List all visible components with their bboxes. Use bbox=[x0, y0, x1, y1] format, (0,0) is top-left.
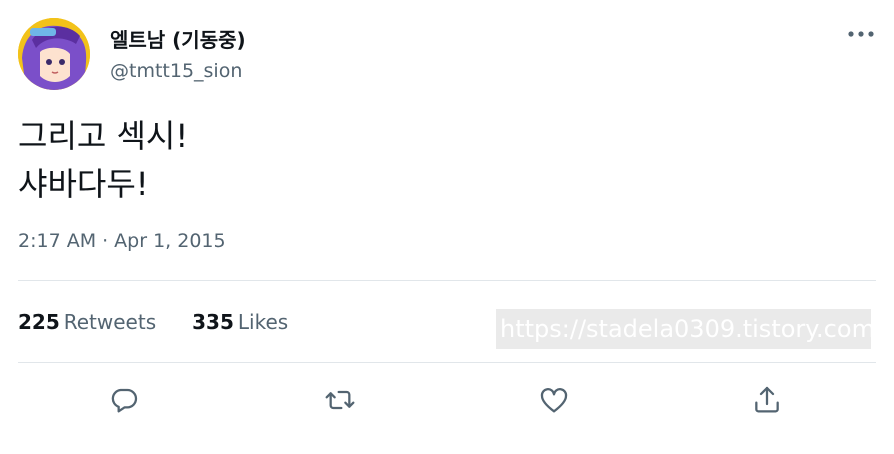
author-handle[interactable]: @tmtt15_sion bbox=[110, 60, 242, 82]
more-options-button[interactable] bbox=[846, 22, 876, 46]
divider bbox=[18, 280, 876, 281]
retweets-count: 225 bbox=[18, 310, 60, 334]
tweet-text-line: 샤바다두! bbox=[18, 165, 149, 203]
likes-label: Likes bbox=[237, 310, 289, 334]
divider bbox=[18, 362, 876, 363]
timestamp-separator: · bbox=[102, 230, 109, 252]
share-icon bbox=[755, 386, 779, 413]
watermark: https://stadela0309.tistory.com bbox=[496, 309, 871, 349]
likes-stat[interactable]: 335 Likes bbox=[192, 310, 288, 334]
tweet-date: Apr 1, 2015 bbox=[114, 230, 226, 252]
avatar-image bbox=[18, 18, 90, 90]
author-display-name[interactable]: 엘트남 (기동중) bbox=[110, 24, 246, 53]
retweets-stat[interactable]: 225 Retweets bbox=[18, 310, 156, 334]
more-dots-icon bbox=[848, 31, 874, 37]
heart-icon bbox=[540, 388, 568, 413]
like-button[interactable] bbox=[536, 382, 572, 418]
retweet-button[interactable] bbox=[322, 382, 358, 418]
likes-count: 335 bbox=[192, 310, 234, 334]
tweet-timestamp[interactable]: 2:17 AM · Apr 1, 2015 bbox=[18, 230, 226, 252]
retweets-label: Retweets bbox=[63, 310, 157, 334]
tweet-time: 2:17 AM bbox=[18, 230, 97, 252]
share-button[interactable] bbox=[749, 382, 785, 418]
avatar[interactable] bbox=[18, 18, 90, 90]
retweet-icon bbox=[325, 390, 355, 410]
reply-button[interactable] bbox=[106, 382, 142, 418]
reply-icon bbox=[111, 388, 138, 413]
tweet-card: 엘트남 (기동중) @tmtt15_sion 그리고 섹시! 샤바다두! 2:1… bbox=[0, 0, 894, 454]
tweet-text-line: 그리고 섹시! bbox=[18, 117, 189, 155]
tweet-text: 그리고 섹시! 샤바다두! bbox=[18, 112, 868, 208]
tweet-stats: 225 Retweets 335 Likes bbox=[18, 310, 288, 334]
